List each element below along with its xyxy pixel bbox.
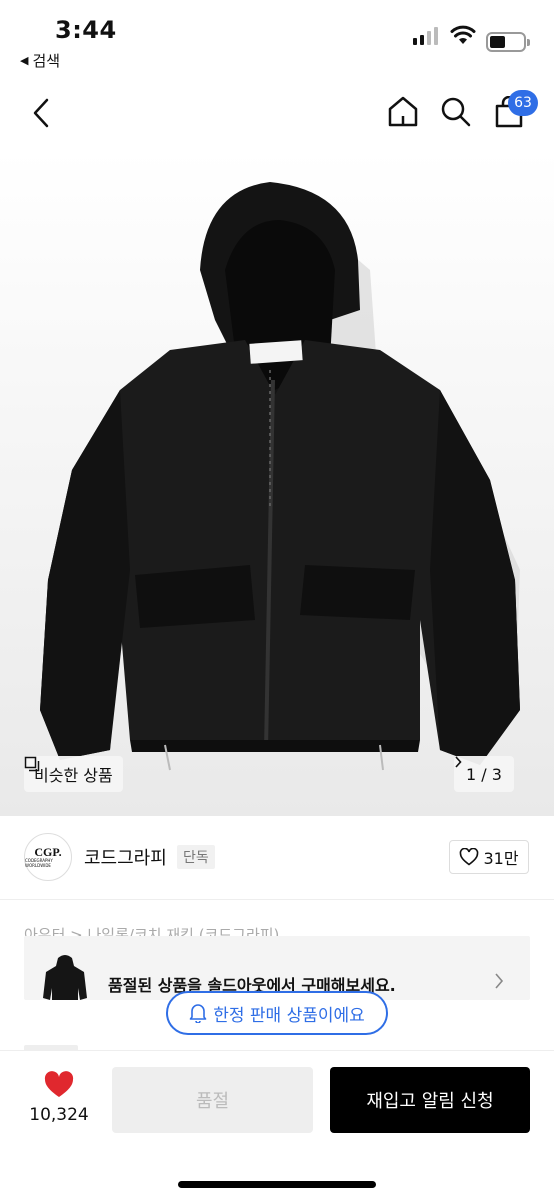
copy-icon (24, 756, 40, 772)
cellular-signal-icon (413, 27, 438, 45)
status-bar: 3:44 ◀ 검색 (0, 0, 554, 78)
brand-like-button[interactable]: 31만 (449, 840, 529, 874)
restock-alert-button[interactable]: 재입고 알림 신청 (330, 1067, 530, 1133)
back-to-app-link[interactable]: ◀ 검색 (20, 50, 60, 71)
bottom-action-bar: 10,324 품절 재입고 알림 신청 (0, 1050, 554, 1200)
page-indicator-label: 1 / 3 (466, 764, 502, 784)
brand-logo[interactable]: CGP. CODEGRAPHY WORLDWIDE (24, 833, 72, 881)
home-icon[interactable] (386, 94, 420, 128)
exclusive-badge: 단독 (177, 845, 215, 869)
brand-row: CGP. CODEGRAPHY WORLDWIDE 코드그라피 단독 31만 (0, 816, 554, 900)
wishlist-count: 10,324 (29, 1105, 89, 1125)
brand-name[interactable]: 코드그라피 (84, 844, 167, 870)
heart-icon (44, 1071, 74, 1097)
product-image[interactable]: 비슷한 상품 1 / 3 (0, 150, 554, 816)
brand-logo-text: CGP. (34, 845, 62, 859)
jacket-image (40, 182, 520, 771)
back-app-label: 검색 (32, 52, 61, 70)
similar-products-label: 비슷한 상품 (34, 766, 113, 785)
similar-products-button[interactable]: 비슷한 상품 (24, 756, 123, 792)
back-triangle-icon: ◀ (20, 54, 29, 67)
limited-edition-text: 한정 판매 상품이에요 (213, 1005, 365, 1026)
home-indicator[interactable] (178, 1181, 376, 1188)
soldout-button: 품절 (112, 1067, 313, 1133)
chevron-right-icon (455, 756, 462, 768)
status-time: 3:44 (55, 16, 117, 44)
wifi-icon (450, 25, 476, 44)
jacket-thumbnail (43, 955, 87, 1000)
top-nav (0, 80, 554, 144)
cart-count-badge: 63 (508, 90, 538, 116)
heart-outline-icon (460, 848, 479, 866)
limited-edition-tooltip: 한정 판매 상품이에요 (166, 991, 388, 1035)
brand-like-count: 31만 (483, 849, 519, 868)
wishlist-button[interactable]: 10,324 (18, 1071, 100, 1125)
bell-icon (189, 1004, 207, 1023)
image-page-indicator[interactable]: 1 / 3 (454, 756, 514, 792)
chevron-right-icon (495, 973, 504, 989)
brand-logo-subtext: CODEGRAPHY WORLDWIDE (25, 858, 53, 868)
search-icon[interactable] (440, 96, 472, 128)
battery-icon (486, 32, 530, 52)
back-chevron-icon[interactable] (30, 96, 54, 130)
